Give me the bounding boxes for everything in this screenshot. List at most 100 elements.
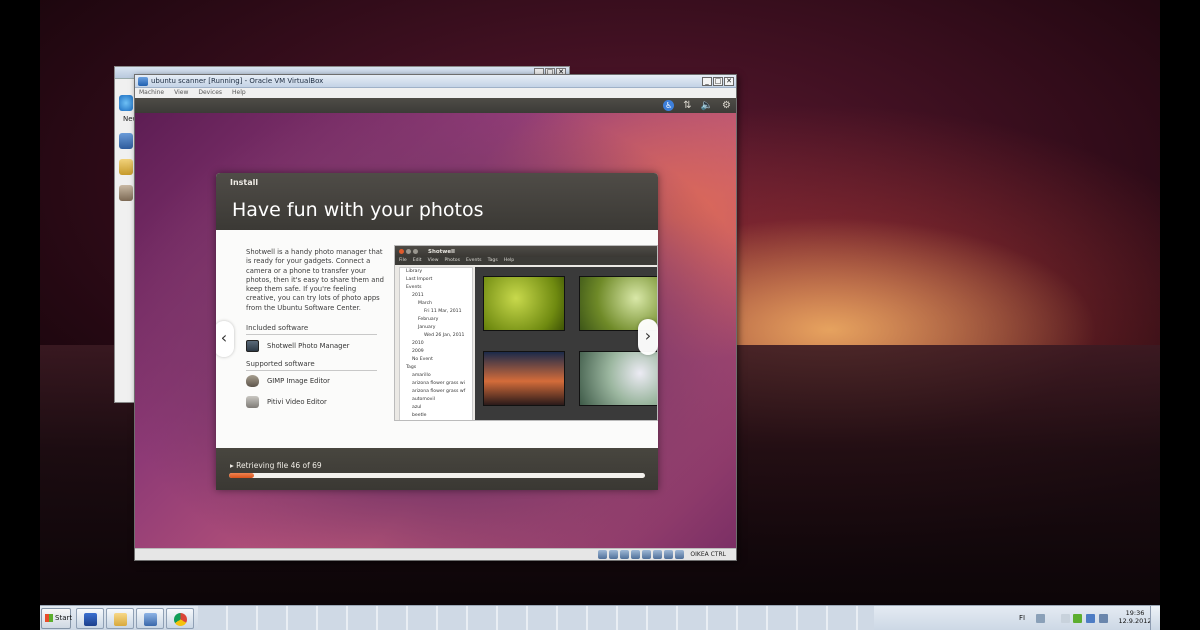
shotwell-menu-view: View	[427, 258, 439, 263]
bluetooth-icon[interactable]	[1086, 614, 1095, 623]
chrome-icon	[174, 613, 187, 626]
display-icon[interactable]	[653, 550, 663, 559]
tree-wed-26-jan: Wed 26 Jan, 2011	[424, 333, 465, 338]
photo-thumbnail	[483, 276, 565, 331]
shotwell-title: Shotwell	[428, 248, 455, 255]
windows-taskbar: Start FI 19:36 12.9.2012	[40, 605, 1160, 630]
mouse-integration-icon[interactable]	[664, 550, 674, 559]
tree-2011: 2011	[412, 293, 424, 298]
tree-tag-azul: azul	[412, 405, 422, 410]
taskbar-item-virtualbox[interactable]	[136, 608, 164, 629]
tree-tag-arizona-2: arizona flower grass wf	[412, 389, 466, 394]
host-key-icon	[675, 550, 685, 559]
vm-list-icon-3[interactable]	[119, 185, 133, 201]
app-gimp: GIMP Image Editor	[246, 375, 330, 387]
hard-disk-icon[interactable]	[598, 550, 608, 559]
keyboard-icon[interactable]	[1036, 614, 1045, 623]
shotwell-icon	[246, 340, 259, 352]
menu-machine[interactable]: Machine	[139, 88, 164, 98]
accessibility-icon[interactable]: ♿	[663, 100, 675, 111]
tree-tag-amarillo: amarillo	[412, 373, 431, 378]
maximize-button[interactable]: □	[713, 76, 723, 86]
tree-february: February	[418, 317, 439, 322]
tree-march: March	[418, 301, 433, 306]
menu-view[interactable]: View	[174, 88, 188, 98]
optical-drive-icon[interactable]	[609, 550, 619, 559]
app-pitivi: Pitivi Video Editor	[246, 396, 327, 408]
taskbar-empty-area	[198, 606, 874, 630]
taskbar-item-chrome[interactable]	[166, 608, 194, 629]
volume-icon[interactable]: 🔈	[701, 100, 713, 111]
network-tray-icon[interactable]	[1099, 614, 1108, 623]
vm-titlebar[interactable]: ubuntu scanner [Running] - Oracle VM Vir…	[135, 75, 736, 88]
shotwell-menu-tags: Tags	[487, 258, 498, 263]
tree-2010: 2010	[412, 341, 424, 346]
vm-menubar: Machine View Devices Help	[135, 88, 736, 98]
menu-help[interactable]: Help	[232, 88, 246, 98]
vm-list-icon[interactable]	[119, 133, 133, 149]
computer-icon	[84, 613, 97, 626]
shotwell-screenshot: Shotwell File Edit View Photos Events Ta…	[394, 245, 658, 421]
installer-label: Install	[230, 178, 259, 187]
photo-thumbnail	[579, 351, 657, 406]
vm-window-title: ubuntu scanner [Running] - Oracle VM Vir…	[151, 77, 324, 85]
network-adapter-icon[interactable]	[642, 550, 652, 559]
virtualbox-app-icon	[138, 76, 148, 86]
guest-ubuntu-screen[interactable]: ♿ ⇅ 🔈 ⚙ Install Have fun with your photo…	[135, 98, 736, 548]
progress-fill	[229, 473, 254, 478]
left-black-border	[0, 0, 40, 630]
start-label: Start	[55, 614, 73, 622]
tree-fri-11-mar: Fri 11 Mar, 2011	[424, 309, 462, 314]
progress-label: Retrieving file 46 of 69	[236, 461, 322, 470]
virtualbox-vm-window[interactable]: ubuntu scanner [Running] - Oracle VM Vir…	[134, 74, 737, 561]
tree-library: Library	[406, 269, 423, 274]
progress-status-text: ▸ Retrieving file 46 of 69	[230, 461, 322, 470]
progress-bar	[229, 473, 645, 478]
vm-statusbar: ОIKEA CTRL	[135, 548, 736, 560]
tree-tag-automovil: automovil	[412, 397, 435, 402]
show-desktop-button[interactable]	[1150, 606, 1160, 630]
new-vm-icon[interactable]	[119, 95, 133, 111]
minimize-dot-icon	[406, 249, 411, 254]
language-indicator[interactable]: FI	[1019, 614, 1025, 622]
folder-icon	[114, 613, 127, 626]
taskbar-item-explorer[interactable]	[76, 608, 104, 629]
vm-list-icon-2[interactable]	[119, 159, 133, 175]
vm-window-buttons: _ □ ✕	[702, 76, 736, 86]
included-divider	[246, 334, 377, 335]
slide-description: Shotwell is a handy photo manager that i…	[246, 248, 384, 312]
app-shotwell-label: Shotwell Photo Manager	[267, 342, 350, 350]
host-key-label: ОIKEA CTRL	[690, 551, 726, 558]
tree-tag-arizona-1: arizona flower grass wi	[412, 381, 465, 386]
shotwell-menu-file: File	[399, 258, 407, 263]
pitivi-icon	[246, 396, 259, 408]
gimp-icon	[246, 375, 259, 387]
maximize-dot-icon	[413, 249, 418, 254]
close-button[interactable]: ✕	[724, 76, 734, 86]
usb-icon[interactable]	[620, 550, 630, 559]
slide-heading: Have fun with your photos	[232, 199, 484, 221]
previous-slide-button[interactable]: ‹	[216, 321, 234, 357]
included-software-title: Included software	[246, 324, 309, 332]
shotwell-menu-photos: Photos	[444, 258, 461, 263]
security-icon[interactable]	[1073, 614, 1082, 623]
shotwell-titlebar: Shotwell	[395, 246, 657, 257]
tray-expand-icon[interactable]	[1061, 614, 1070, 623]
ubuntu-installer-window: Install Have fun with your photos Shotwe…	[216, 173, 658, 490]
minimize-button[interactable]: _	[702, 76, 712, 86]
tree-tags: Tags	[406, 365, 417, 370]
shotwell-menubar: File Edit View Photos Events Tags Help	[395, 257, 657, 265]
tree-events: Events	[406, 285, 422, 290]
gear-icon[interactable]: ⚙	[722, 100, 731, 111]
start-button[interactable]: Start	[41, 608, 73, 629]
tree-last-import: Last Import	[406, 277, 433, 282]
ubuntu-top-panel: ♿ ⇅ 🔈 ⚙	[135, 98, 736, 113]
shared-folders-icon[interactable]	[631, 550, 641, 559]
photo-thumbnail	[483, 351, 565, 406]
menu-devices[interactable]: Devices	[198, 88, 222, 98]
next-slide-button[interactable]: ›	[638, 319, 658, 355]
supported-software-title: Supported software	[246, 360, 315, 368]
taskbar-item-folder[interactable]	[106, 608, 134, 629]
network-icon[interactable]: ⇅	[683, 100, 691, 111]
shotwell-sidebar: Library Last Import Events 2011 March Fr…	[399, 267, 473, 420]
